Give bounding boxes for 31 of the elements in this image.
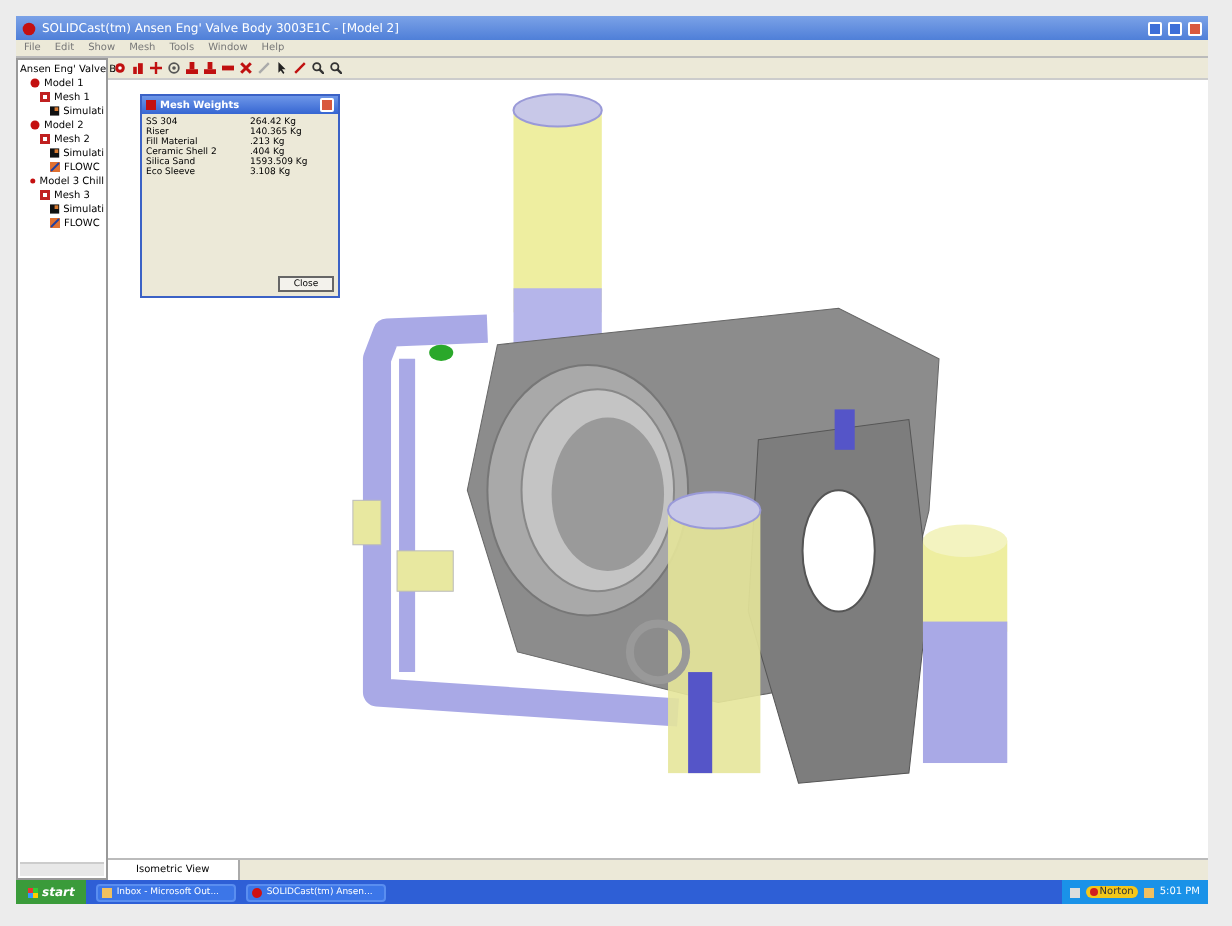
simulation-icon <box>50 148 60 158</box>
simulation-icon <box>50 204 60 214</box>
flow-icon <box>50 218 60 228</box>
pointer-icon[interactable] <box>276 62 288 74</box>
app-logo-icon <box>22 21 36 35</box>
alert-icon <box>1089 888 1098 896</box>
minimize-button[interactable] <box>1148 21 1162 35</box>
ball-icon <box>30 78 40 88</box>
mesh-block-icon <box>40 134 50 144</box>
windows-flag-icon <box>28 887 38 897</box>
plus-icon[interactable] <box>150 62 162 74</box>
scrollbar[interactable] <box>20 862 104 876</box>
bar-chart-icon[interactable] <box>132 62 144 74</box>
flow-icon <box>50 162 60 172</box>
mesh-block-icon <box>40 190 50 200</box>
ball-icon <box>30 176 36 186</box>
x-icon[interactable] <box>240 62 252 74</box>
target-icon[interactable] <box>168 62 180 74</box>
mail-icon <box>102 887 113 897</box>
gear-icon[interactable] <box>114 62 126 74</box>
simulation-icon <box>50 106 60 116</box>
mesh-block-icon <box>40 92 50 102</box>
zoom-icon[interactable] <box>330 62 342 74</box>
close-button[interactable] <box>1188 21 1202 35</box>
ball-icon <box>30 120 40 130</box>
close-button[interactable] <box>320 98 334 112</box>
bar-icon[interactable] <box>222 62 234 74</box>
app-logo-icon <box>252 887 263 897</box>
zoom-icon[interactable] <box>312 62 324 74</box>
maximize-button[interactable] <box>1168 21 1182 35</box>
app-logo-icon <box>146 100 156 110</box>
